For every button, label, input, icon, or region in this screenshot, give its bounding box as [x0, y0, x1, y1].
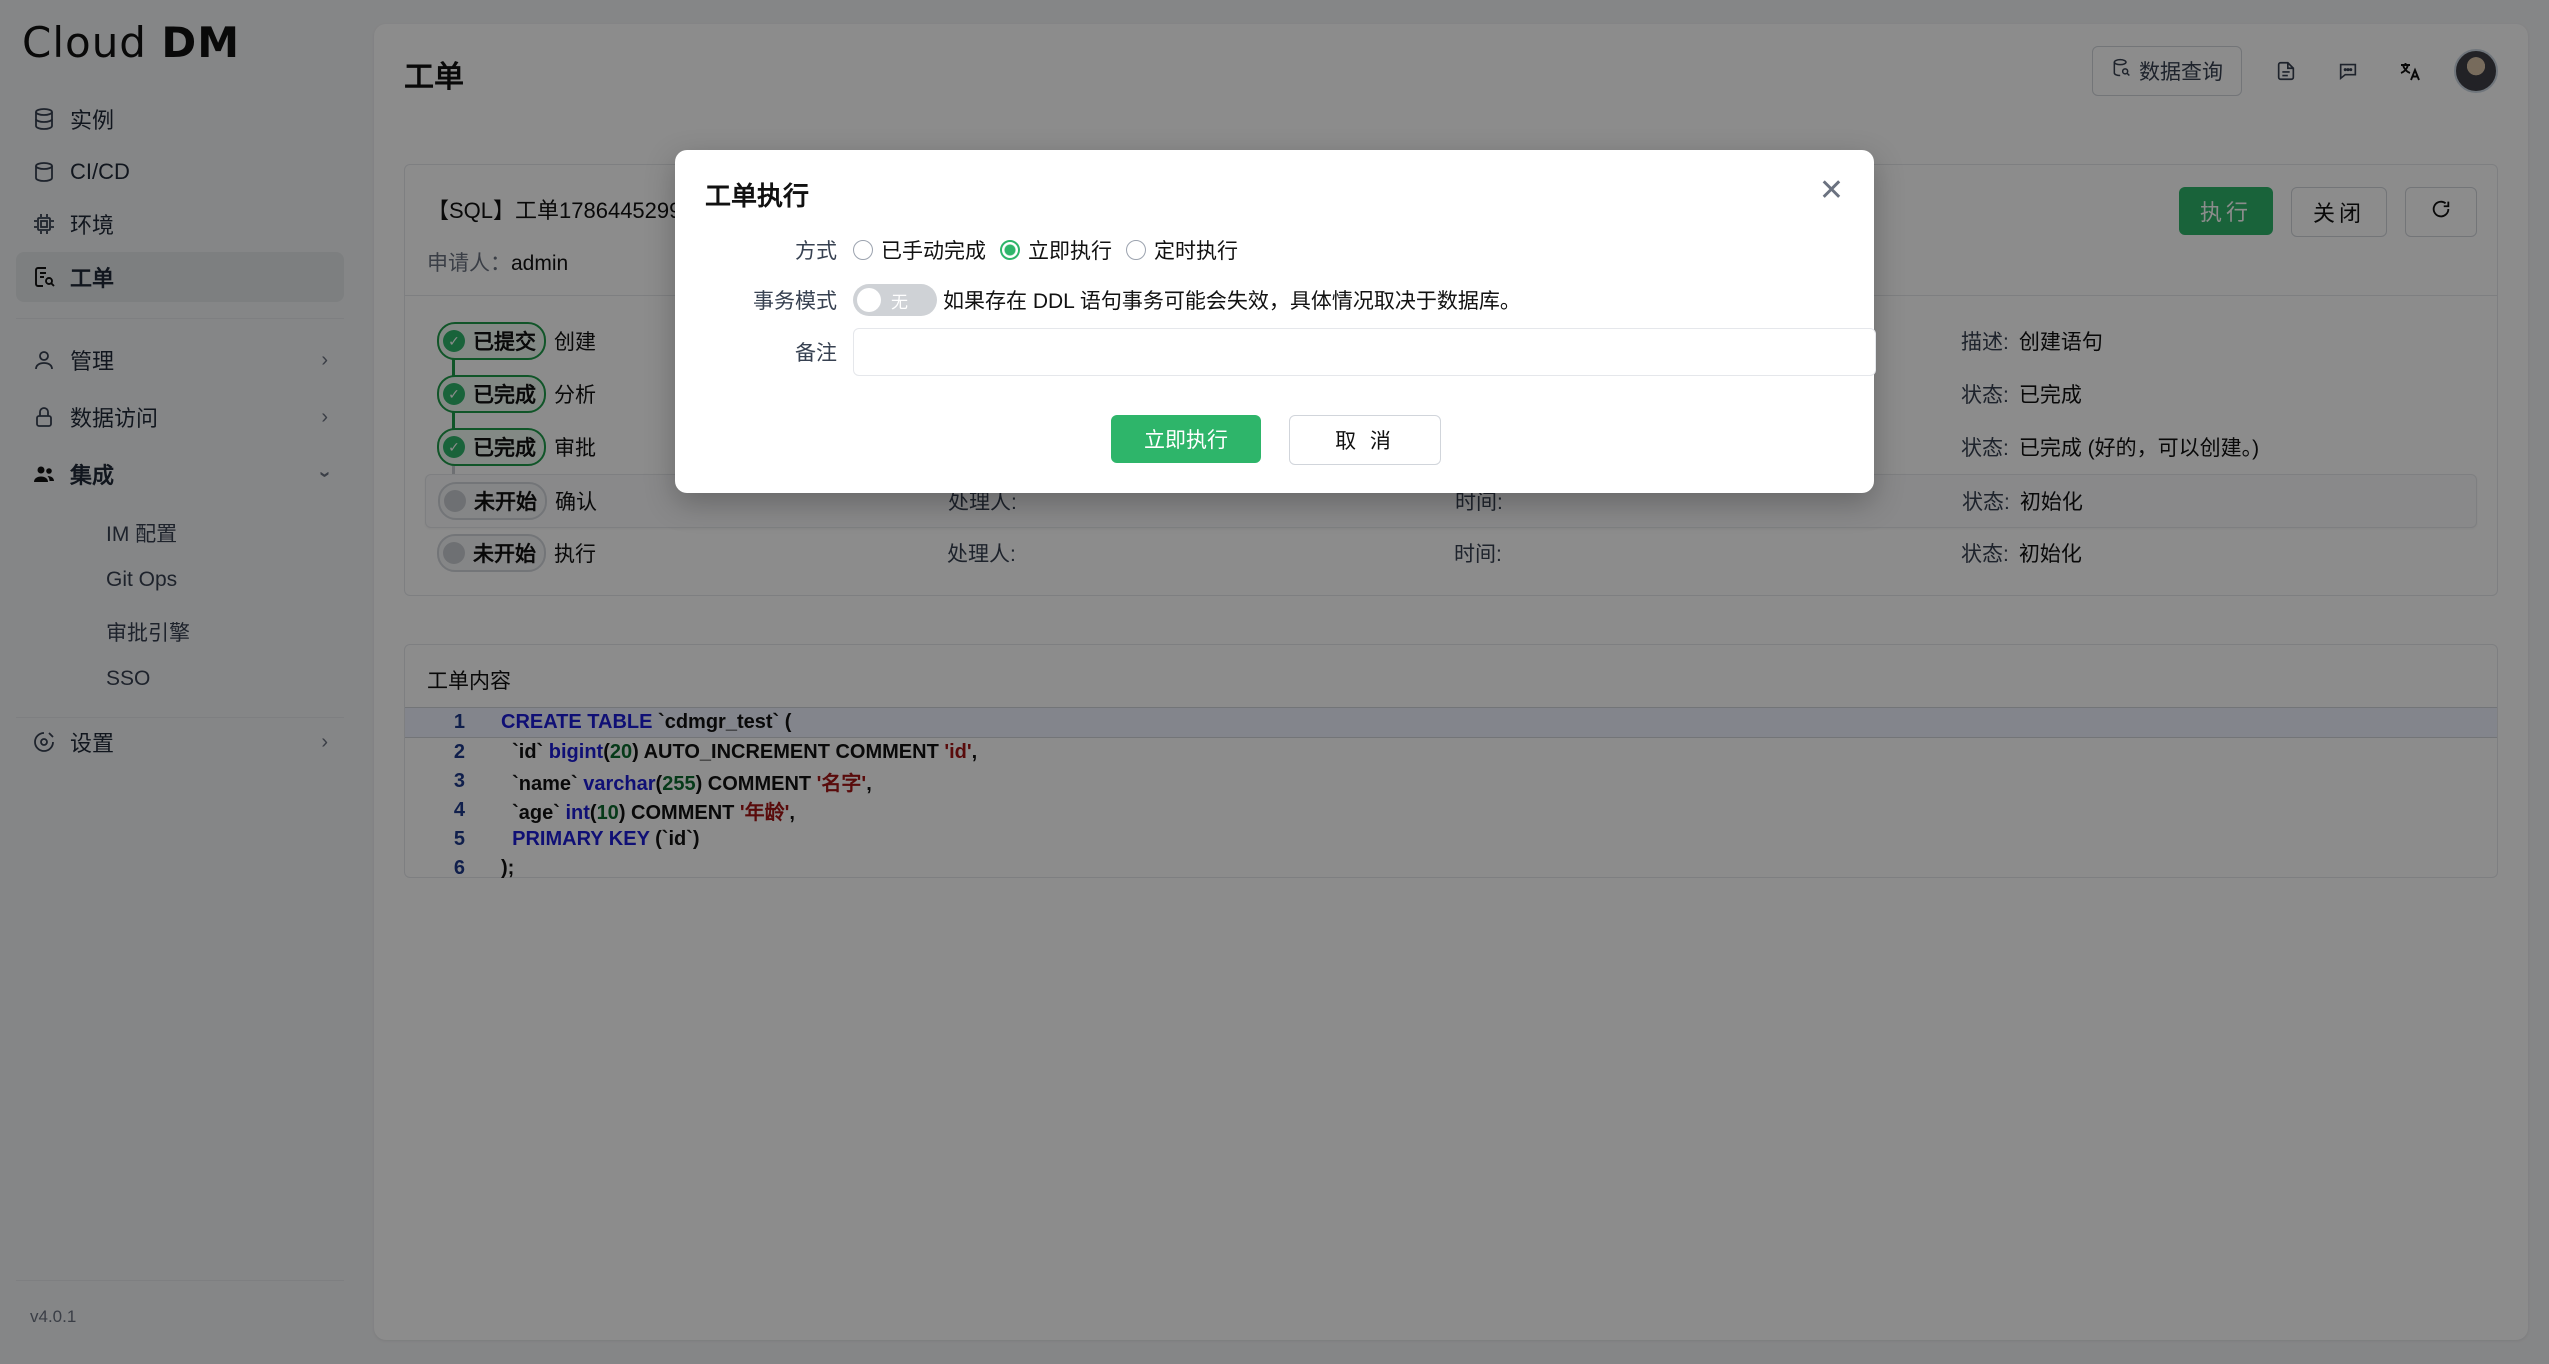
note-input[interactable] — [853, 328, 1876, 376]
transaction-hint: 如果存在 DDL 语句事务可能会失效，具体情况取决于数据库。 — [943, 290, 1521, 313]
radio-circle — [1000, 240, 1020, 260]
close-icon[interactable]: ✕ — [1819, 176, 1844, 206]
radio-circle — [853, 240, 873, 260]
radio-manual-complete[interactable]: 已手动完成 — [853, 235, 986, 265]
note-label: 备注 — [795, 342, 837, 365]
radio-execute-now[interactable]: 立即执行 — [1000, 235, 1112, 265]
radio-label: 已手动完成 — [881, 240, 986, 263]
transaction-label: 事务模式 — [753, 290, 837, 313]
note-row: 备注 — [705, 328, 1876, 376]
radio-scheduled[interactable]: 定时执行 — [1126, 235, 1238, 265]
cancel-button[interactable]: 取 消 — [1289, 415, 1441, 465]
modal-actions: 立即执行 取 消 — [1111, 415, 1441, 465]
method-label: 方式 — [795, 240, 837, 263]
method-row: 方式 已手动完成 立即执行 定时执行 — [705, 235, 1252, 265]
execute-ticket-modal: 工单执行 ✕ 方式 已手动完成 立即执行 定时执行 事务模式 无 如果存在 DD… — [675, 150, 1876, 493]
radio-label: 定时执行 — [1154, 240, 1238, 263]
transaction-row: 事务模式 无 如果存在 DDL 语句事务可能会失效，具体情况取决于数据库。 — [705, 284, 1521, 316]
radio-label: 立即执行 — [1028, 240, 1112, 263]
transaction-toggle[interactable]: 无 — [853, 284, 937, 316]
toggle-knob — [857, 288, 881, 312]
modal-title: 工单执行 — [705, 181, 810, 211]
confirm-execute-button[interactable]: 立即执行 — [1111, 415, 1261, 463]
radio-circle — [1126, 240, 1146, 260]
toggle-text: 无 — [891, 293, 908, 312]
